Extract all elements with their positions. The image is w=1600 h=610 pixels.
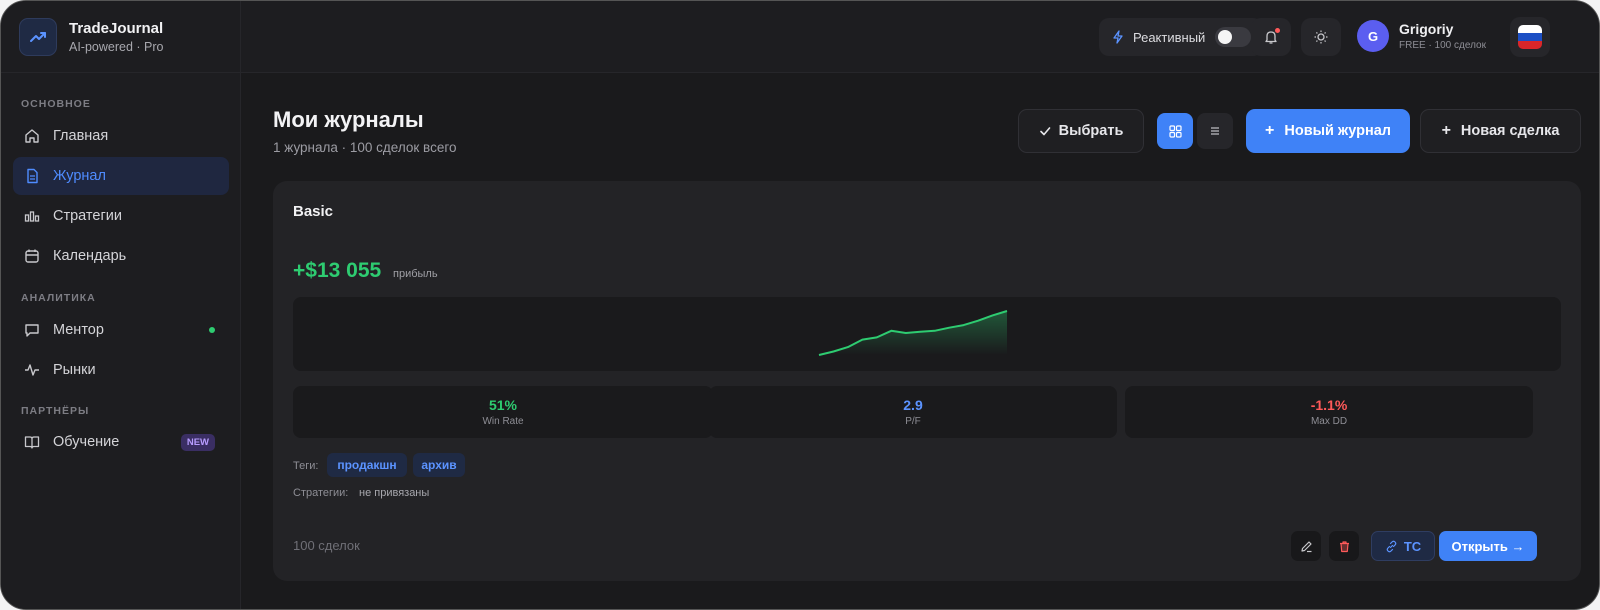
open-journal-button[interactable]: Открыть → (1439, 531, 1537, 561)
mode-switch[interactable] (1215, 27, 1251, 47)
sidebar-item-learning[interactable]: Обучение NEW (13, 423, 229, 461)
stat-max-dd: -1.1% Max DD (1125, 386, 1533, 438)
calendar-icon (23, 247, 41, 265)
grid-icon (1168, 124, 1182, 138)
link-strategy-button[interactable]: ТС (1371, 531, 1435, 561)
edit-journal-button[interactable] (1291, 531, 1321, 561)
equity-chart (293, 297, 1561, 371)
sidebar-item-label: Рынки (53, 362, 96, 378)
document-icon (23, 167, 41, 185)
sidebar-item-strategies[interactable]: Стратегии (13, 197, 229, 235)
stat-label: P/F (905, 416, 921, 427)
section-label-analytics: АНАЛИТИКА (21, 292, 96, 304)
user-plan: FREE · 100 сделок (1399, 40, 1486, 51)
sidebar-item-label: Ментор (53, 322, 104, 338)
check-icon (1039, 125, 1051, 137)
select-button-label: Выбрать (1058, 123, 1124, 139)
trash-icon (1338, 540, 1351, 553)
sidebar-item-journal[interactable]: Журнал (13, 157, 229, 195)
online-status-dot (209, 327, 215, 333)
sidebar-item-home[interactable]: Главная (13, 117, 229, 155)
chat-icon (23, 321, 41, 339)
sidebar-item-label: Главная (53, 128, 109, 144)
profit-label: прибыль (393, 268, 438, 280)
pencil-icon (1300, 540, 1313, 553)
strategy-icon (23, 207, 41, 225)
stat-label: Max DD (1310, 416, 1348, 427)
reactive-mode-label: Реактивный (1133, 29, 1206, 45)
sidebar: TradeJournal AI-powered · Pro ОСНОВНОЕ Г… (1, 1, 241, 609)
new-journal-button[interactable]: + Новый журнал (1246, 109, 1410, 153)
stat-profit-factor: 2.9 P/F (709, 386, 1117, 438)
new-trade-button[interactable]: + Новая сделка (1420, 109, 1581, 153)
notifications-button[interactable] (1251, 18, 1291, 56)
journal-profit: +$13 055 (293, 259, 382, 282)
journal-card[interactable]: Basic +$13 055 прибыль 51% Win Rate 2.9 … (273, 181, 1581, 581)
user-profile[interactable]: G Grigoriy FREE · 100 сделок (1357, 20, 1486, 52)
new-badge: NEW (180, 433, 215, 451)
app-name: TradeJournal (69, 19, 164, 37)
user-name: Grigoriy (1399, 21, 1454, 37)
stat-value: -1.1% (1310, 397, 1348, 413)
delete-journal-button[interactable] (1329, 531, 1359, 561)
stat-value: 2.9 (903, 397, 923, 413)
link-icon (1385, 540, 1398, 553)
ru-flag-icon (1518, 25, 1542, 49)
sun-icon (1313, 29, 1329, 45)
tag-chip[interactable]: архив (413, 453, 465, 477)
journal-name: Basic (293, 203, 334, 220)
stat-win-rate: 51% Win Rate (293, 386, 713, 438)
sidebar-item-label: Стратегии (53, 208, 122, 224)
theme-toggle-button[interactable] (1301, 18, 1341, 56)
strategies-label: Стратегии: (293, 487, 349, 499)
trades-count: 100 сделок (293, 538, 360, 553)
strategies-value: не привязаны (359, 487, 430, 499)
new-trade-label: Новая сделка (1460, 123, 1560, 139)
avatar: G (1357, 20, 1389, 52)
select-button[interactable]: Выбрать (1018, 109, 1144, 153)
tags-label: Теги: (293, 460, 319, 472)
stat-label: Win Rate (482, 416, 524, 427)
equity-curve (818, 310, 1008, 356)
language-button[interactable] (1510, 17, 1550, 57)
sidebar-item-label: Журнал (53, 168, 106, 184)
trend-up-icon (19, 17, 57, 56)
page-subtitle: 1 журнала · 100 сделок всего (273, 140, 457, 155)
app-window: TradeJournal AI-powered · Pro ОСНОВНОЕ Г… (0, 0, 1600, 610)
section-label-partners: ПАРТНЁРЫ (21, 405, 90, 417)
lightning-icon (1111, 30, 1125, 44)
new-journal-label: Новый журнал (1284, 123, 1391, 139)
grid-view-button[interactable] (1157, 113, 1193, 149)
book-icon (23, 433, 41, 451)
bell-icon (1263, 28, 1280, 45)
tag-chip[interactable]: продакшн (327, 453, 407, 477)
sidebar-item-label: Календарь (53, 248, 127, 264)
brand[interactable]: TradeJournal AI-powered · Pro (1, 1, 240, 73)
sidebar-item-markets[interactable]: Рынки (13, 351, 229, 389)
section-label-main: ОСНОВНОЕ (21, 98, 91, 110)
plus-icon: + (1265, 122, 1275, 139)
tc-label: ТС (1403, 538, 1422, 554)
home-icon (23, 127, 41, 145)
pulse-icon (23, 361, 41, 379)
topbar: Реактивный G Grigoriy FREE · 100 сделок (241, 1, 1599, 73)
list-view-button[interactable] (1197, 113, 1233, 149)
sidebar-item-label: Обучение (53, 434, 120, 450)
plus-icon: + (1441, 122, 1451, 139)
app-subtitle: AI-powered · Pro (69, 39, 164, 54)
reactive-mode-toggle[interactable]: Реактивный (1099, 18, 1263, 56)
sidebar-item-mentor[interactable]: Ментор (13, 311, 229, 349)
list-icon (1209, 125, 1221, 137)
stat-value: 51% (488, 397, 518, 413)
notification-dot (1275, 28, 1280, 33)
sidebar-item-calendar[interactable]: Календарь (13, 237, 229, 275)
page-title: Мои журналы (273, 107, 424, 132)
